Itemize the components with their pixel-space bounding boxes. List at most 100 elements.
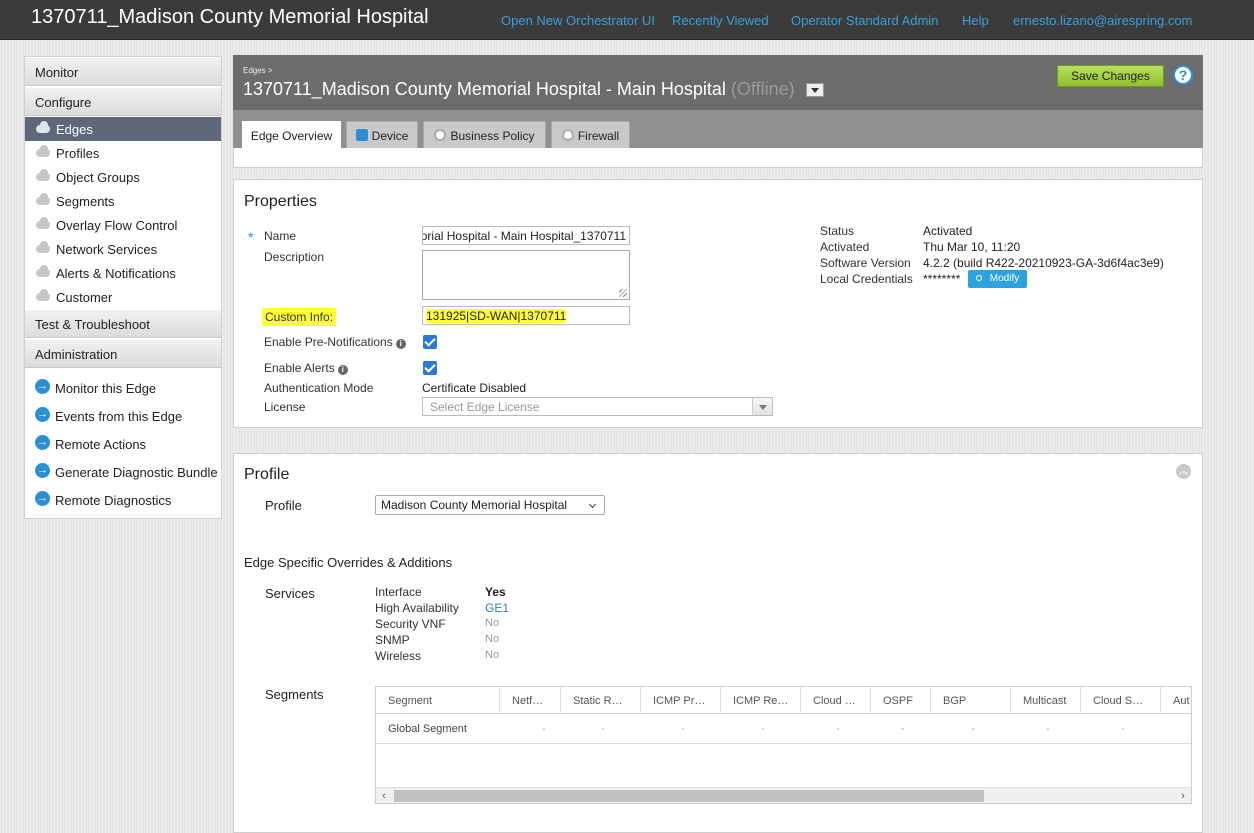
profile-select[interactable]: Madison County Memorial Hospital <box>375 495 605 515</box>
column-header[interactable]: Cloud S… <box>1081 687 1161 714</box>
activated-label: Activated <box>820 240 870 254</box>
open-new-orchestrator-link[interactable]: Open New Orchestrator UI <box>501 13 655 28</box>
auth-mode-label: Authentication Mode <box>264 381 374 395</box>
tab-device[interactable]: Device <box>346 121 418 148</box>
edge-name: 1370711_Madison County Memorial Hospital… <box>243 79 726 99</box>
grid-cell: - <box>1121 723 1125 735</box>
software-version-value: 4.2.2 (build R422-20210923-GA-3d6f4ac3e9… <box>923 256 1164 270</box>
column-header[interactable]: Netf… <box>500 687 561 714</box>
info-icon[interactable]: i <box>395 339 406 349</box>
sidebar-item-label: Segments <box>56 194 115 209</box>
service-vnf-value: No <box>485 617 500 629</box>
sidebar-item-network-services[interactable]: Network Services <box>25 237 221 261</box>
left-navigation: Monitor Configure Edges Profiles Object … <box>24 56 222 519</box>
required-mark: * <box>248 229 254 245</box>
top-bar: 1370711_Madison County Memorial Hospital… <box>0 0 1254 40</box>
sidebar-item-label: Customer <box>56 290 113 305</box>
app-title: 1370711_Madison County Memorial Hospital <box>31 6 429 28</box>
service-wireless-value: No <box>485 649 500 661</box>
scroll-left-icon[interactable]: ‹ <box>376 788 392 803</box>
action-monitor-this-edge[interactable]: → Monitor this Edge <box>25 376 221 400</box>
sidebar-item-label: Object Groups <box>56 170 140 185</box>
info-icon[interactable]: i <box>337 365 348 375</box>
tab-firewall[interactable]: Firewall <box>551 121 630 148</box>
sidebar-item-segments[interactable]: Segments <box>25 189 221 213</box>
action-generate-diagnostic-bundle[interactable]: → Generate Diagnostic Bundle <box>25 460 221 484</box>
services-label: Services <box>265 586 315 601</box>
column-header[interactable]: Aut <box>1161 687 1191 714</box>
tab-edge-overview[interactable]: Edge Overview <box>242 121 341 148</box>
column-header[interactable]: Static R… <box>561 687 641 714</box>
grid-cell: - <box>681 723 685 735</box>
license-placeholder: Select Edge License <box>430 400 540 414</box>
tab-content-top <box>233 148 1203 168</box>
column-header[interactable]: ICMP Re… <box>721 687 801 714</box>
segments-grid: Segment Netf… Static R… ICMP Pr… ICMP Re… <box>375 686 1192 804</box>
breadcrumb[interactable]: Edges > <box>243 66 273 75</box>
cloud-icon <box>36 241 50 253</box>
scroll-right-icon[interactable]: › <box>1175 788 1191 803</box>
sidebar-item-profiles[interactable]: Profiles <box>25 141 221 165</box>
tab-business-policy[interactable]: Business Policy <box>423 121 546 148</box>
save-changes-button[interactable]: Save Changes <box>1057 65 1164 87</box>
column-header[interactable]: Multicast <box>1011 687 1081 714</box>
service-snmp-value: No <box>485 633 500 645</box>
column-header[interactable]: ICMP Pr… <box>641 687 721 714</box>
sidebar-item-alerts-notifications[interactable]: Alerts & Notifications <box>25 261 221 285</box>
cloud-icon <box>36 145 50 157</box>
user-link[interactable]: ernesto.lizano@airespring.com <box>1013 13 1192 28</box>
service-ha-label: High Availability <box>375 601 459 615</box>
service-ha-value[interactable]: GE1 <box>485 601 509 615</box>
grid-cell: - <box>542 723 546 735</box>
action-events-from-this-edge[interactable]: → Events from this Edge <box>25 404 221 428</box>
action-remote-diagnostics[interactable]: → Remote Diagnostics <box>25 488 221 512</box>
tab-strip: Edge Overview Device Business Policy Fir… <box>233 110 1203 148</box>
activated-value: Thu Mar 10, 11:20 <box>923 240 1021 254</box>
sidebar-item-customer[interactable]: Customer <box>25 285 221 309</box>
license-select[interactable]: Select Edge License <box>422 397 773 416</box>
description-field[interactable] <box>422 250 630 300</box>
column-header[interactable]: Cloud … <box>801 687 871 714</box>
grid-header: Segment Netf… Static R… ICMP Pr… ICMP Re… <box>376 687 1191 714</box>
help-icon[interactable]: ? <box>1173 65 1193 85</box>
grid-cell: - <box>836 723 840 735</box>
column-header[interactable]: Segment <box>376 687 500 714</box>
table-row[interactable]: Global Segment - - - - - - - - - <box>376 714 1191 744</box>
sidebar-item-label: Network Services <box>56 242 158 257</box>
flame-icon <box>561 129 574 141</box>
custom-info-field[interactable]: 131925|SD-WAN|1370711 <box>422 306 630 325</box>
sidebar-item-overlay-flow-control[interactable]: Overlay Flow Control <box>25 213 221 237</box>
help-link[interactable]: Help <box>962 13 989 28</box>
properties-panel: Properties * Name 1370711_Madison County… <box>233 179 1203 428</box>
recently-viewed-link[interactable]: Recently Viewed <box>672 13 769 28</box>
description-label: Description <box>264 250 325 264</box>
pre-notifications-checkbox[interactable] <box>423 335 437 349</box>
action-remote-actions[interactable]: → Remote Actions <box>25 432 221 456</box>
column-header[interactable]: OSPF <box>871 687 931 714</box>
nav-section-administration[interactable]: Administration <box>25 339 221 368</box>
custom-info-label: Custom Info: <box>262 308 337 326</box>
tab-label: Business Policy <box>450 129 535 143</box>
scrollbar-thumb[interactable] <box>394 790 984 802</box>
alerts-checkbox[interactable] <box>423 361 437 375</box>
nav-section-configure[interactable]: Configure <box>25 87 221 116</box>
alerts-text: Enable Alerts <box>264 361 335 375</box>
cloud-icon <box>36 121 50 133</box>
operator-admin-link[interactable]: Operator Standard Admin <box>791 13 938 28</box>
arrow-right-icon: → <box>35 407 50 422</box>
chevron-down-icon[interactable] <box>805 83 824 98</box>
nav-section-test-troubleshoot[interactable]: Test & Troubleshoot <box>25 309 221 338</box>
profile-label: Profile <box>265 498 302 513</box>
modify-button[interactable]: Modify <box>968 270 1027 288</box>
column-header[interactable]: BGP <box>931 687 1011 714</box>
sidebar-item-object-groups[interactable]: Object Groups <box>25 165 221 189</box>
horizontal-scrollbar[interactable]: ‹ › <box>376 787 1191 803</box>
collapse-icon[interactable]: ︽ <box>1176 464 1191 479</box>
sidebar-item-label: Alerts & Notifications <box>56 266 176 281</box>
custom-info-value: 131925|SD-WAN|1370711 <box>426 309 567 323</box>
service-vnf-label: Security VNF <box>375 617 446 631</box>
nav-section-monitor[interactable]: Monitor <box>25 57 221 86</box>
action-label: Remote Diagnostics <box>55 493 172 508</box>
name-field[interactable]: 1370711_Madison County Memorial Hospital… <box>422 226 630 245</box>
sidebar-item-edges[interactable]: Edges <box>25 117 221 141</box>
